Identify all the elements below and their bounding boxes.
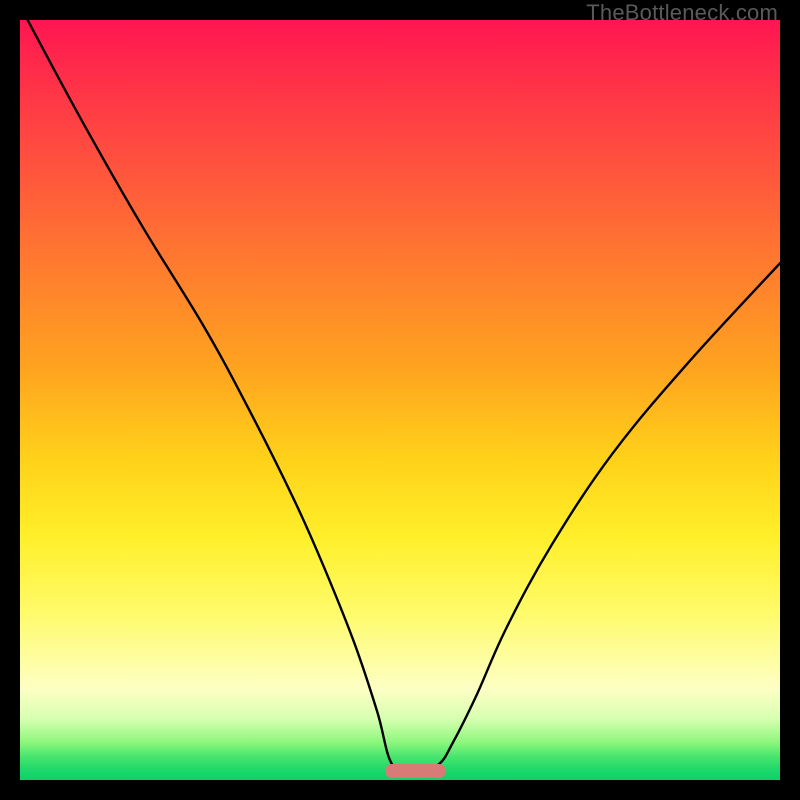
- plot-area: [20, 20, 780, 780]
- chart-frame: TheBottleneck.com: [0, 0, 800, 800]
- curve-path: [28, 20, 780, 771]
- optimal-marker: [385, 764, 446, 778]
- bottleneck-curve: [20, 20, 780, 780]
